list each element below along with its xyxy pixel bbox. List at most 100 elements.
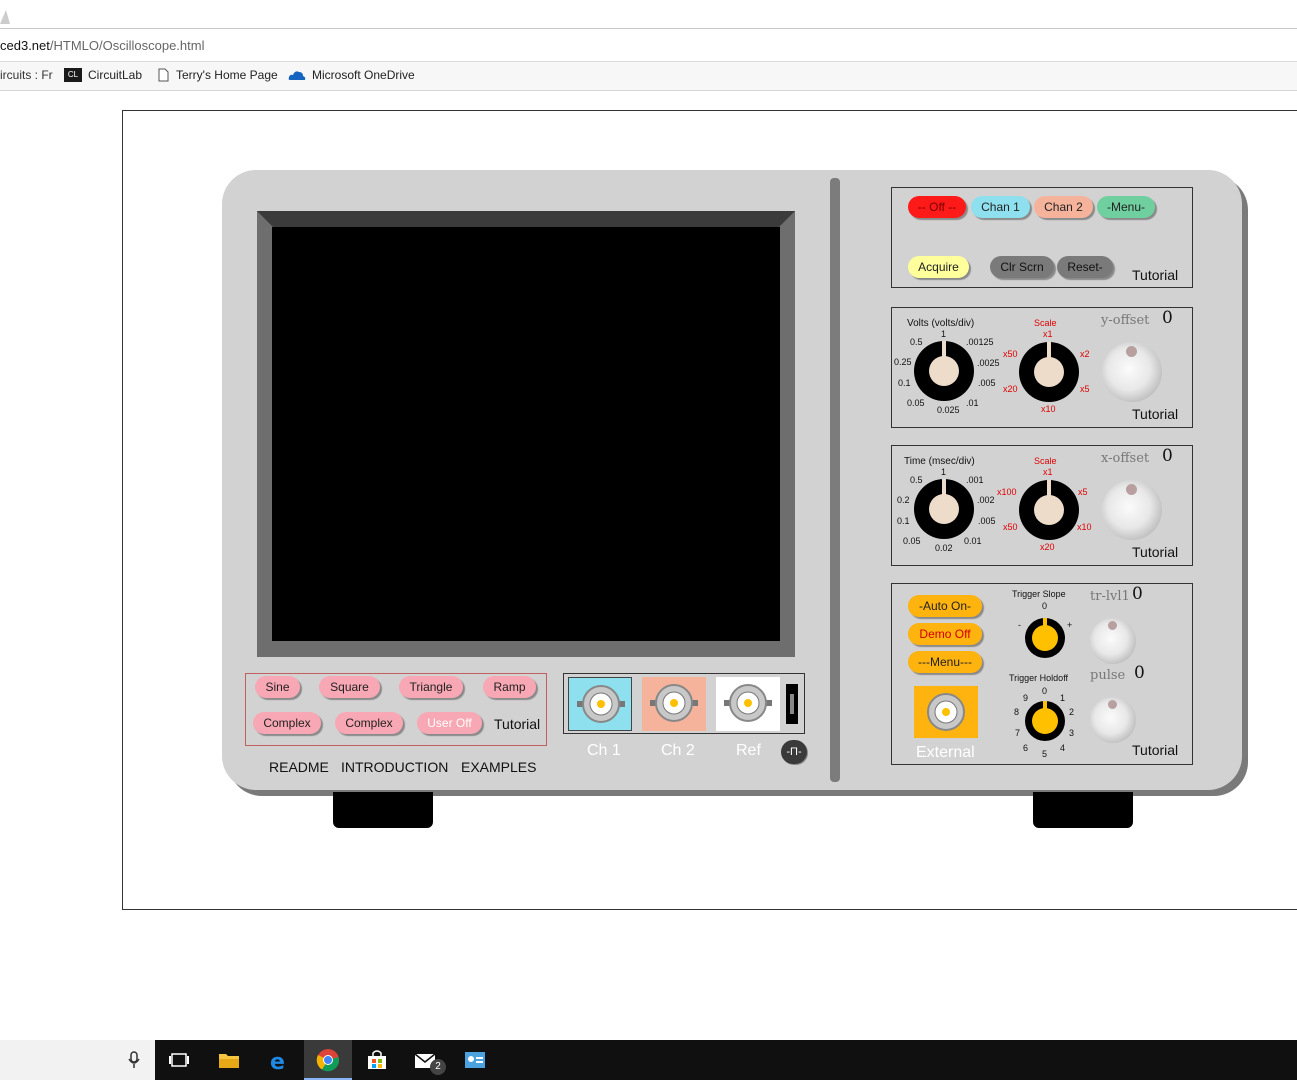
url-text[interactable]: ced3.net/HTMLO/Oscilloscope.html: [0, 38, 204, 53]
mail-badge: 2: [430, 1059, 446, 1075]
x-offset-label: x-offset: [1101, 451, 1149, 466]
clear-screen-button[interactable]: Clr Scrn: [990, 256, 1054, 278]
off-button[interactable]: -- Off --: [908, 196, 966, 218]
chrome-taskbar-button[interactable]: [304, 1040, 352, 1080]
file-explorer-icon[interactable]: [217, 1048, 241, 1072]
time-label: .005: [978, 516, 996, 526]
browser-tab-strip: [0, 0, 1297, 29]
microphone-icon[interactable]: [128, 1051, 140, 1069]
complex-button-1[interactable]: Complex: [253, 712, 321, 734]
contact-card-icon[interactable]: [463, 1048, 487, 1072]
scale-label: x5: [1080, 384, 1090, 394]
tutorial-link[interactable]: Tutorial: [1132, 267, 1178, 283]
svg-text:e: e: [270, 1050, 285, 1072]
volts-label: 0.025: [937, 405, 960, 415]
time-label: 1: [941, 467, 946, 477]
pulse-knob[interactable]: [1090, 697, 1136, 743]
demo-button[interactable]: Demo Off: [908, 623, 982, 645]
examples-link[interactable]: EXAMPLES: [461, 759, 536, 775]
ref-input[interactable]: [716, 677, 780, 731]
volts-label: 0.1: [898, 378, 911, 388]
page-icon: [156, 68, 170, 82]
edge-browser-icon[interactable]: e: [267, 1048, 291, 1072]
ground-terminal[interactable]: [786, 684, 798, 724]
ground-terminal-slot: [790, 694, 794, 714]
triangle-button[interactable]: Triangle: [399, 676, 463, 698]
time-label: 0.1: [897, 516, 910, 526]
trigger-level-knob[interactable]: [1090, 618, 1136, 664]
trigger-level-value: 0: [1132, 584, 1143, 604]
knob-indicator: [1108, 621, 1117, 630]
time-label: 0.5: [910, 475, 923, 485]
tutorial-link[interactable]: Tutorial: [1132, 406, 1178, 422]
scale-label: x10: [1077, 522, 1092, 532]
time-title: Time (msec/div): [904, 456, 975, 467]
chan2-button[interactable]: Chan 2: [1034, 196, 1093, 218]
external-label: External: [916, 744, 975, 762]
volts-label: 1: [941, 329, 946, 339]
volts-knob[interactable]: [914, 341, 974, 401]
bookmark-item[interactable]: ircuits : Fr: [0, 68, 53, 82]
slope-label: 0: [1042, 601, 1047, 611]
pulse-toggle-button[interactable]: -Π-: [781, 740, 807, 764]
bookmark-item[interactable]: CL CircuitLab: [64, 68, 142, 82]
knob-cap: [1032, 625, 1058, 651]
ch2-label: Ch 2: [661, 742, 695, 760]
auto-button[interactable]: -Auto On-: [908, 595, 982, 617]
trigger-slope-title: Trigger Slope: [1012, 589, 1066, 599]
time-knob[interactable]: [914, 479, 974, 539]
sine-button[interactable]: Sine: [255, 676, 300, 698]
external-input[interactable]: [914, 686, 978, 738]
introduction-link[interactable]: INTRODUCTION: [341, 759, 448, 775]
ramp-button[interactable]: Ramp: [483, 676, 536, 698]
bookmark-label: CircuitLab: [88, 68, 142, 82]
chan1-button[interactable]: Chan 1: [971, 196, 1030, 218]
y-offset-label: y-offset: [1101, 313, 1149, 328]
trigger-slope-knob[interactable]: [1025, 618, 1065, 658]
tutorial-link[interactable]: Tutorial: [494, 716, 540, 732]
scope-screen[interactable]: [272, 227, 780, 641]
holdoff-label: 6: [1023, 743, 1028, 753]
task-view-icon[interactable]: [167, 1048, 191, 1072]
scale-label: x20: [1003, 384, 1018, 394]
store-icon[interactable]: [365, 1048, 389, 1072]
taskbar: [0, 1040, 1297, 1080]
time-label: .002: [977, 495, 995, 505]
scale-label: x1: [1043, 467, 1053, 477]
readme-link[interactable]: README: [269, 759, 329, 775]
bookmark-item[interactable]: Microsoft OneDrive: [288, 68, 415, 82]
bnc-connector-icon: [642, 677, 706, 731]
holdoff-label: 4: [1060, 743, 1065, 753]
holdoff-label: 8: [1014, 707, 1019, 717]
trigger-menu-button[interactable]: ---Menu---: [908, 651, 982, 673]
volts-label: 0.25: [894, 357, 912, 367]
url-path: /HTMLO/Oscilloscope.html: [50, 38, 205, 53]
reset-button[interactable]: Reset-: [1057, 256, 1113, 278]
volts-label: 0.5: [910, 337, 923, 347]
time-scale-knob[interactable]: [1019, 480, 1079, 540]
ref-label: Ref: [736, 742, 761, 760]
slope-label: -: [1018, 620, 1021, 630]
bookmark-item[interactable]: Terry's Home Page: [156, 68, 278, 82]
tutorial-link[interactable]: Tutorial: [1132, 544, 1178, 560]
menu-button[interactable]: -Menu-: [1097, 196, 1155, 218]
ch1-input[interactable]: [568, 677, 632, 731]
volts-scale-knob[interactable]: [1019, 342, 1079, 402]
address-bar[interactable]: ced3.net/HTMLO/Oscilloscope.html: [0, 29, 1297, 62]
user-off-button[interactable]: User Off: [417, 712, 482, 734]
x-offset-value: 0: [1162, 446, 1173, 466]
volts-label: .01: [966, 398, 979, 408]
trigger-holdoff-knob[interactable]: [1025, 701, 1065, 741]
square-button[interactable]: Square: [319, 676, 380, 698]
complex-button-2[interactable]: Complex: [335, 712, 403, 734]
ch2-input[interactable]: [642, 677, 706, 731]
tutorial-link[interactable]: Tutorial: [1132, 742, 1178, 758]
holdoff-label: 3: [1069, 728, 1074, 738]
knob-indicator: [1126, 484, 1137, 495]
acquire-button[interactable]: Acquire: [908, 256, 969, 278]
y-offset-knob[interactable]: [1102, 342, 1162, 402]
taskbar-search-box[interactable]: [0, 1040, 155, 1080]
pulse-label: pulse: [1090, 668, 1125, 683]
holdoff-label: 1: [1060, 693, 1065, 703]
x-offset-knob[interactable]: [1102, 480, 1162, 540]
